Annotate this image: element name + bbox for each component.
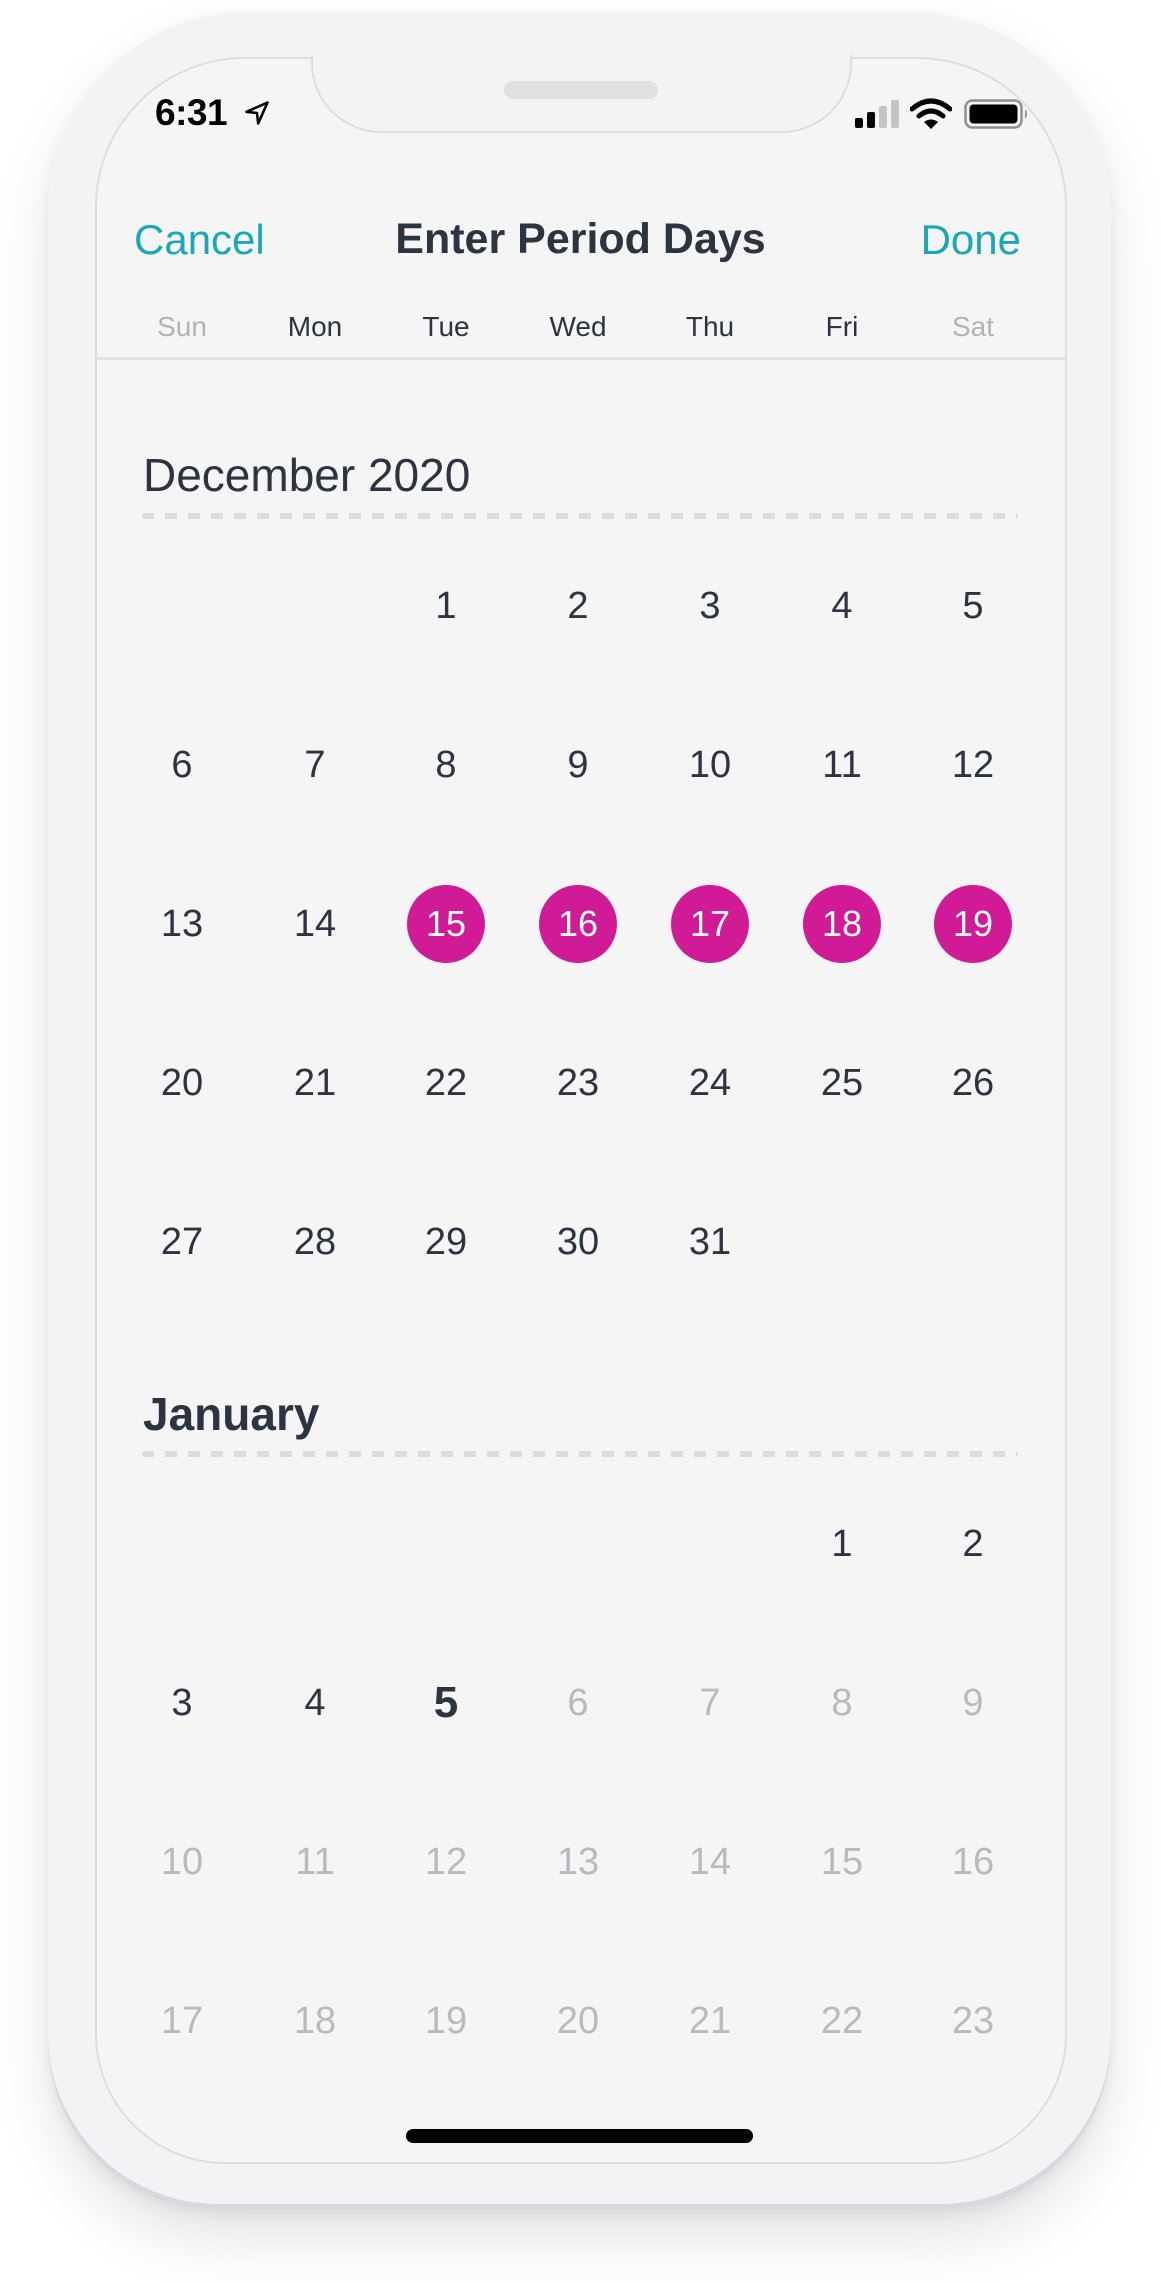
speaker [504,81,658,99]
day-cell[interactable]: 18 [270,1991,360,2051]
day-cell[interactable]: 11 [270,1832,360,1892]
day-cell[interactable]: 24 [665,1053,755,1113]
day-cell[interactable]: 4 [270,1673,360,1733]
day-cell-selected[interactable]: 18 [803,885,881,963]
day-cell[interactable]: 13 [533,1832,623,1892]
day-cell[interactable]: 20 [533,1991,623,2051]
cellular-signal-icon [855,100,899,128]
day-cell[interactable]: 27 [137,1212,227,1272]
wifi-icon [910,98,952,129]
day-cell[interactable]: 1 [797,1514,887,1574]
weekday-wed: Wed [549,311,607,342]
home-indicator [406,2129,753,2143]
location-arrow-icon [245,101,269,125]
day-cell[interactable]: 6 [137,735,227,795]
day-cell[interactable]: 12 [928,735,1018,795]
weekday-sun: Sun [157,311,207,342]
battery-icon [964,99,1027,129]
day-cell[interactable]: 13 [137,894,227,954]
done-button[interactable]: Done [921,216,1021,264]
status-time: 6:31 [155,92,228,133]
day-cell[interactable]: 26 [928,1053,1018,1113]
day-cell[interactable]: 9 [533,735,623,795]
day-cell[interactable]: 22 [401,1053,491,1113]
day-cell[interactable]: 3 [665,576,755,636]
day-cell[interactable]: 12 [401,1832,491,1892]
day-cell-selected[interactable]: 17 [671,885,749,963]
day-cell[interactable]: 9 [928,1673,1018,1733]
day-cell[interactable]: 23 [928,1991,1018,2051]
day-cell[interactable]: 21 [270,1053,360,1113]
day-cell[interactable]: 15 [797,1832,887,1892]
day-cell[interactable]: 4 [797,576,887,636]
day-cell[interactable]: 16 [928,1832,1018,1892]
day-cell[interactable]: 1 [401,576,491,636]
day-cell[interactable]: 28 [270,1212,360,1272]
day-cell[interactable]: 29 [401,1212,491,1272]
day-cell-selected[interactable]: 16 [539,885,617,963]
header-divider [97,357,1065,360]
day-cell[interactable]: 10 [665,735,755,795]
day-cell[interactable]: 2 [928,1514,1018,1574]
day-cell[interactable]: 23 [533,1053,623,1113]
day-cell[interactable]: 17 [137,1991,227,2051]
day-cell[interactable]: 7 [270,735,360,795]
weekday-thu: Thu [685,311,735,342]
weekday-tue: Tue [422,311,470,342]
day-cell-selected[interactable]: 15 [407,885,485,963]
day-cell[interactable]: 5 [928,576,1018,636]
weekday-mon: Mon [287,311,343,342]
month-divider [142,1451,1018,1457]
day-cell[interactable]: 10 [137,1832,227,1892]
day-cell[interactable]: 2 [533,576,623,636]
day-cell[interactable]: 19 [401,1991,491,2051]
day-cell[interactable]: 25 [797,1053,887,1113]
month-title-january: January [143,1388,320,1440]
weekday-fri: Fri [825,311,859,342]
day-cell[interactable]: 21 [665,1991,755,2051]
day-cell[interactable]: 8 [797,1673,887,1733]
month-title-december: December 2020 [143,449,471,501]
month-divider [142,513,1018,519]
day-cell-selected[interactable]: 19 [934,885,1012,963]
day-cell[interactable]: 22 [797,1991,887,2051]
day-cell[interactable]: 8 [401,735,491,795]
day-cell[interactable]: 14 [270,894,360,954]
day-cell[interactable]: 7 [665,1673,755,1733]
day-cell-today[interactable]: 5 [401,1673,491,1733]
day-cell[interactable]: 30 [533,1212,623,1272]
day-cell[interactable]: 11 [797,735,887,795]
day-cell[interactable]: 20 [137,1053,227,1113]
weekday-header: Sun Mon Tue Wed Thu Fri Sat [0,311,1161,351]
day-cell[interactable]: 3 [137,1673,227,1733]
day-cell[interactable]: 6 [533,1673,623,1733]
weekday-sat: Sat [951,311,995,342]
day-cell[interactable]: 14 [665,1832,755,1892]
day-cell[interactable]: 31 [665,1212,755,1272]
